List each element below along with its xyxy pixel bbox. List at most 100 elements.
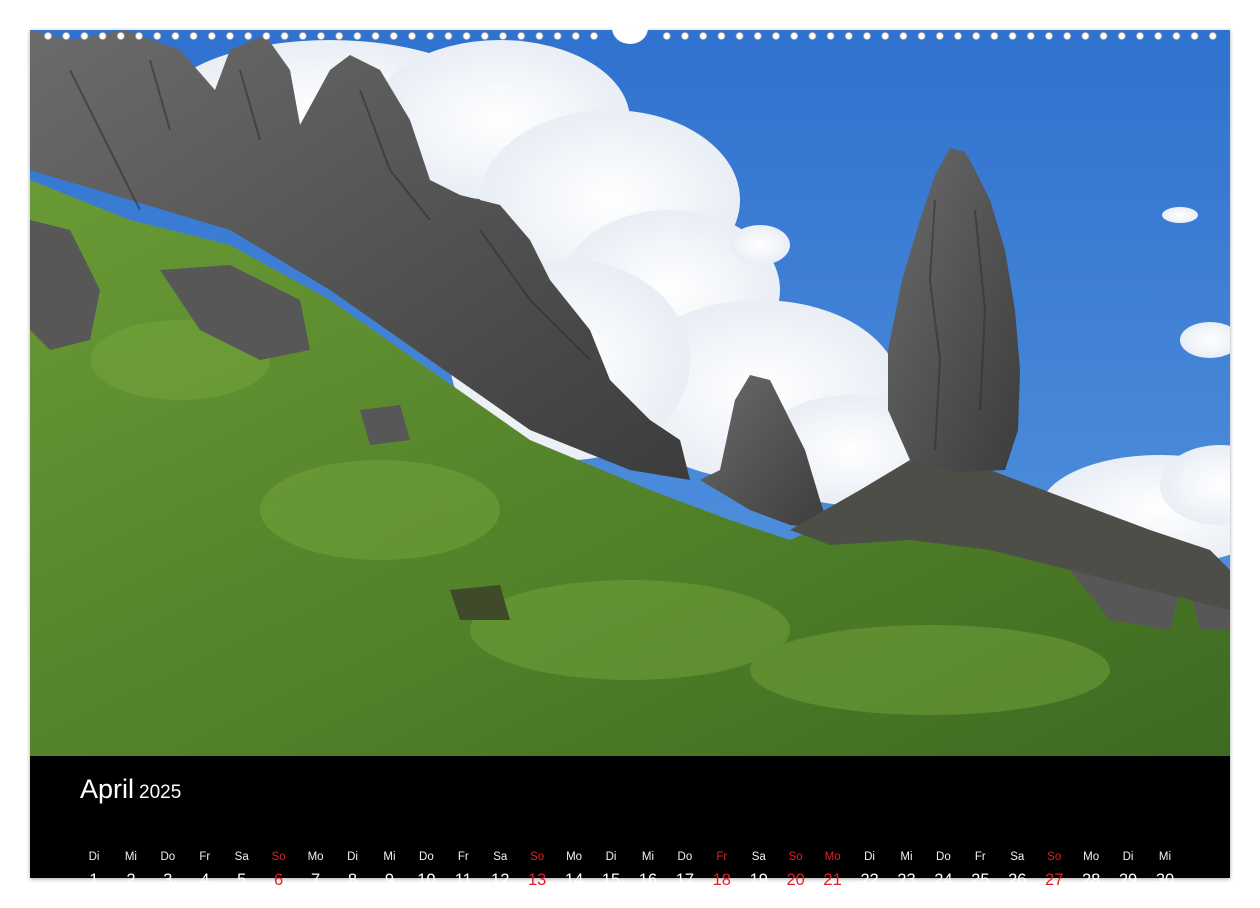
weekday-label: Fr	[199, 851, 211, 863]
weekday-label: Do	[936, 851, 951, 863]
weekday-label: Mo	[307, 851, 324, 863]
day-number: 13	[527, 871, 547, 889]
binding-hole	[389, 32, 398, 40]
calendar-day: So 13	[519, 848, 555, 890]
calendar-day: Mi 23	[888, 848, 924, 890]
binding-hole	[1081, 32, 1090, 40]
binding-hole	[262, 32, 271, 40]
month-label: April	[80, 774, 135, 804]
binding-hole	[1136, 32, 1145, 40]
binding-hole	[1099, 32, 1108, 40]
weekday-label: So	[530, 851, 545, 863]
calendar-day: Fr 11	[445, 848, 481, 890]
binding-hole	[863, 32, 872, 40]
binding-hole	[699, 32, 708, 40]
day-number: 4	[200, 871, 210, 889]
binding-hole	[1190, 32, 1199, 40]
binding-hole	[298, 32, 307, 40]
weekday-label: Do	[677, 851, 693, 863]
weekday-label: Sa	[1010, 851, 1025, 863]
day-number: 28	[1081, 871, 1101, 889]
binding-hole	[1117, 32, 1126, 40]
binding-hole	[954, 32, 963, 40]
day-row: Di 1 Mi 2 Do 3 Fr 4 Sa 5 So 6 Mo 7 Di 8 Mi 9 Do 10 Fr 11 Sa 12 S…	[75, 848, 1210, 898]
binding-hole	[1063, 32, 1072, 40]
calendar-day: So 6	[261, 848, 297, 890]
day-number: 21	[823, 871, 842, 889]
weekday-label: Mo	[566, 851, 583, 863]
weekday-label: So	[788, 851, 803, 863]
landscape-photo	[30, 30, 1230, 756]
weekday-label: Di	[605, 851, 617, 863]
day-number: 7	[310, 871, 321, 889]
binding-hole	[98, 32, 107, 40]
calendar-day: Mo 21	[815, 848, 851, 890]
day-number: 17	[675, 871, 695, 889]
calendar-day: Mo 28	[1073, 848, 1109, 890]
binding-hole	[917, 32, 926, 40]
day-number: 5	[237, 871, 247, 889]
day-number: 10	[417, 871, 436, 889]
day-number: 16	[638, 871, 658, 889]
calendar-day: Di 15	[593, 848, 629, 890]
binding-hole	[426, 32, 435, 40]
binding-hole	[1154, 32, 1163, 40]
calendar-day: Fr 18	[704, 848, 740, 890]
binding-hole	[280, 32, 289, 40]
weekday-label: Di	[347, 851, 358, 863]
calendar-day: Sa 19	[741, 848, 777, 890]
calendar-day: So 27	[1036, 848, 1072, 890]
weekday-label: Di	[1122, 851, 1134, 863]
binding-hole	[171, 32, 180, 40]
calendar-day: Do 3	[150, 848, 186, 890]
calendar-day: Di 1	[76, 848, 112, 890]
binding-hole	[244, 32, 253, 40]
year-label: 2025	[139, 782, 182, 803]
binding-hole	[571, 32, 580, 40]
weekday-label: Mi	[383, 851, 396, 863]
binding-hole	[990, 32, 999, 40]
weekday-label: Sa	[751, 851, 766, 863]
binding-hole	[462, 32, 471, 40]
weekday-label: Mi	[124, 851, 137, 863]
day-number: 25	[971, 871, 990, 889]
day-number: 1	[89, 871, 99, 889]
weekday-label: Sa	[493, 851, 508, 863]
calendar-title: April 2025	[80, 776, 181, 803]
binding-hole	[444, 32, 453, 40]
binding-hole	[153, 32, 162, 40]
weekday-label: Mi	[1158, 851, 1172, 863]
day-number: 24	[934, 871, 953, 889]
day-number: 11	[454, 871, 472, 889]
calendar-day: Di 29	[1110, 848, 1146, 890]
day-number: 18	[712, 871, 731, 889]
binding-hole	[498, 32, 507, 40]
binding-hole	[844, 32, 853, 40]
calendar-day: So 20	[778, 848, 814, 890]
binding-hole	[735, 32, 744, 40]
binding-hole	[207, 32, 216, 40]
binding-hole	[135, 32, 144, 40]
binding-hole	[717, 32, 726, 40]
binding-hole	[480, 32, 489, 40]
calendar-day: Mi 16	[630, 848, 666, 890]
day-number: 6	[274, 871, 284, 889]
calendar-page: April 2025 Di 1 Mi 2 Do 3 Fr 4 Sa 5 So 6 Mo 7 Di 8 Mi 9 Do 1…	[30, 30, 1230, 889]
weekday-label: So	[1047, 851, 1062, 863]
weekday-label: Do	[160, 851, 176, 863]
day-number: 8	[347, 871, 358, 889]
day-number: 26	[1008, 871, 1027, 889]
binding-hole	[1045, 32, 1054, 40]
binding-hole	[826, 32, 835, 40]
calendar-day: Mi 30	[1147, 848, 1183, 890]
calendar-day: Fr 4	[187, 848, 223, 890]
day-number: 20	[786, 871, 805, 889]
binding-hole	[553, 32, 562, 40]
calendar-day: Fr 25	[962, 848, 998, 890]
calendar-day: Mo 14	[556, 848, 592, 890]
binding-hole	[316, 32, 325, 40]
calendar-day: Sa 5	[224, 848, 260, 890]
binding-hole	[62, 32, 71, 40]
calendar-day: Mo 7	[298, 848, 334, 890]
day-number: 29	[1118, 871, 1138, 889]
